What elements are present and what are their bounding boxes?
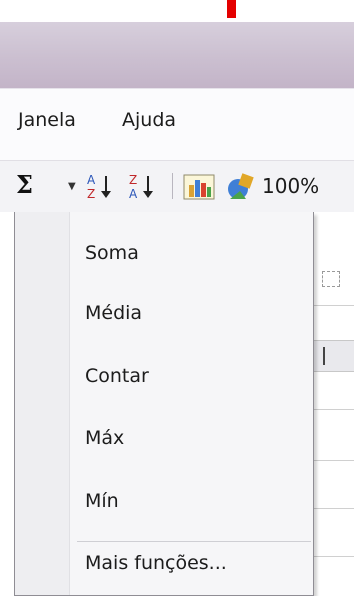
svg-text:A: A (87, 173, 96, 187)
autosum-button[interactable]: Σ (16, 173, 33, 197)
svg-text:Z: Z (87, 187, 95, 201)
menu-item-max[interactable]: Máx (85, 427, 124, 449)
sort-descending-icon[interactable]: Z A (126, 171, 160, 201)
menu-ajuda[interactable]: Ajuda (122, 109, 176, 131)
standard-toolbar: Σ ▼ A Z Z A 100% (0, 160, 354, 214)
menu-separator (77, 541, 311, 542)
worksheet-column (313, 212, 354, 595)
chart-wizard-icon[interactable] (182, 171, 216, 203)
drawing-icon[interactable] (224, 171, 258, 203)
autosum-dropdown-arrow-icon[interactable]: ▼ (68, 181, 76, 192)
grid-line (313, 460, 354, 461)
menu-janela[interactable]: Janela (18, 109, 76, 131)
menu-icon-gutter (15, 212, 70, 595)
column-header[interactable] (313, 340, 354, 372)
menu-bar: Janela Ajuda (0, 88, 354, 161)
menu-item-mais-funcoes[interactable]: Mais funções... (85, 552, 227, 574)
window-title-bar (0, 22, 354, 88)
grid-line (313, 508, 354, 509)
svg-text:Z: Z (129, 173, 137, 187)
autosum-dropdown-menu: Soma Média Contar Máx Mín Mais funções..… (14, 212, 314, 596)
grid-line (313, 556, 354, 557)
toolbar-separator (172, 173, 173, 199)
grid-icon[interactable] (322, 271, 340, 287)
sort-ascending-icon[interactable]: A Z (84, 171, 118, 201)
menu-item-contar[interactable]: Contar (85, 365, 149, 387)
svg-text:A: A (129, 187, 138, 201)
menu-item-media[interactable]: Média (85, 302, 142, 324)
grid-line (313, 305, 354, 306)
zoom-level[interactable]: 100% (262, 174, 319, 198)
grid-line (313, 409, 354, 410)
red-marker (227, 0, 236, 18)
menu-item-soma[interactable]: Soma (85, 242, 139, 264)
menu-item-min[interactable]: Mín (85, 490, 119, 512)
column-header-marker (323, 347, 325, 365)
